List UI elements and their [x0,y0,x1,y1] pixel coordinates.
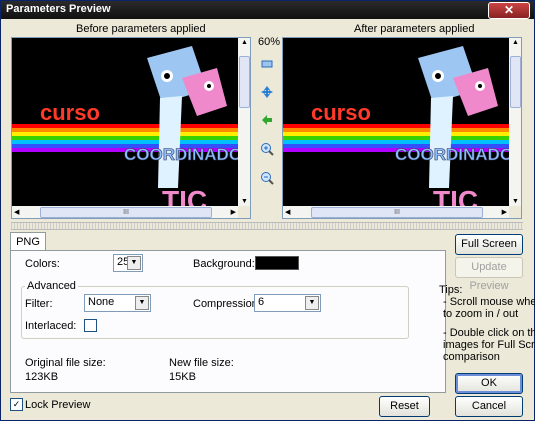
scroll-down-icon[interactable]: ▼ [241,198,248,205]
after-image[interactable]: curso COORDINADORES TIC [283,38,509,206]
zoom-in-icon[interactable] [260,142,274,156]
image-banner: COORDINADORES [124,145,238,164]
before-image[interactable]: curso COORDINADORES TIC [12,38,238,206]
tips-title: Tips: [439,284,463,296]
image-word: curso [311,100,371,125]
scroll-right-icon[interactable]: ▶ [231,208,236,216]
advanced-label: Advanced [25,280,78,292]
image-bottom-text: TIC [433,185,478,206]
cancel-button[interactable]: Cancel [455,396,523,417]
close-button[interactable]: ✕ [488,2,530,19]
reset-button[interactable]: Reset [379,396,430,417]
scroll-left-icon[interactable]: ◀ [14,208,19,216]
tab-png[interactable]: PNG [10,232,46,251]
after-image-graphic: curso COORDINADORES TIC [283,46,509,206]
ok-button[interactable]: OK [455,373,523,394]
scroll-down-icon[interactable]: ▼ [512,198,519,205]
filter-select[interactable]: None ▼ [84,294,151,312]
background-label: Background: [193,258,255,270]
chevron-down-icon[interactable]: ▼ [127,256,141,270]
scroll-corner [509,206,521,218]
scroll-left-icon[interactable]: ◀ [285,208,290,216]
update-preview-button[interactable]: Update Preview [455,257,523,292]
full-screen-button[interactable]: Full Screen [455,234,523,255]
new-size-value: 15KB [169,371,196,383]
after-vertical-scrollbar[interactable]: ▲ ▼ [509,38,521,206]
scroll-right-icon[interactable]: ▶ [502,208,507,216]
background-color-swatch[interactable] [255,256,299,270]
tips-line-5: comparison [443,351,500,363]
window-title: Parameters Preview [6,3,111,15]
arrow-left-icon[interactable] [260,113,274,127]
zoom-out-icon[interactable] [260,171,274,185]
original-size-value: 123KB [25,371,59,383]
chevron-down-icon[interactable]: ▼ [305,296,319,310]
new-size-label: New file size: [169,357,234,369]
tips-line-2: to zoom in / out [443,308,519,320]
chevron-down-icon[interactable]: ▼ [135,296,149,310]
advanced-groupbox [21,286,409,339]
tips-line-3: - Double click on the [443,327,535,339]
compression-label: Compression: [193,298,261,310]
scroll-up-icon[interactable]: ▲ [241,39,248,46]
colors-select[interactable]: 256 ▼ [113,254,143,272]
original-size-label: Original file size: [25,357,106,369]
scroll-corner [238,206,250,218]
fit-window-icon[interactable] [260,57,274,71]
image-word: curso [40,100,100,125]
interlaced-label: Interlaced: [25,320,77,332]
preview-splitter[interactable] [11,222,523,230]
scroll-up-icon[interactable]: ▲ [512,39,519,46]
colors-label: Colors: [25,258,60,270]
after-vertical-thumb[interactable] [510,56,521,108]
title-bar[interactable]: Parameters Preview ✕ [1,1,534,19]
compression-value: 6 [258,296,265,308]
before-label: Before parameters applied [76,23,206,35]
zoom-level: 60% [258,36,281,48]
cartoon-figure [147,46,227,188]
before-preview-pane[interactable]: curso COORDINADORES TIC ▲ ▼ ◀ III ▶ [11,37,251,219]
interlaced-checkbox[interactable] [84,319,97,332]
filter-value: None [88,296,115,308]
move-icon[interactable] [260,85,274,99]
after-horizontal-thumb[interactable]: III [311,207,483,218]
after-horizontal-scrollbar[interactable]: ◀ III ▶ [283,206,509,218]
before-image-graphic: curso COORDINADORES TIC [12,46,238,206]
lock-preview-label: Lock Preview [25,399,91,411]
cartoon-figure [418,46,498,188]
image-bottom-text: TIC [162,185,207,206]
tips-line-4: images for Full Screen [443,339,535,351]
after-label: After parameters applied [354,23,475,35]
image-banner: COORDINADORES [395,145,509,164]
before-horizontal-scrollbar[interactable]: ◀ III ▶ [12,206,238,218]
tips-line-1: - Scroll mouse wheel [443,296,535,308]
before-vertical-scrollbar[interactable]: ▲ ▼ [238,38,250,206]
lock-preview-checkbox[interactable]: ✓ [10,398,23,411]
parameters-preview-window: Parameters Preview ✕ Before parameters a… [0,0,535,421]
after-preview-pane[interactable]: curso COORDINADORES TIC ▲ ▼ ◀ III ▶ [282,37,522,219]
before-vertical-thumb[interactable] [239,56,250,108]
before-horizontal-thumb[interactable]: III [40,207,212,218]
filter-label: Filter: [25,298,53,310]
compression-select[interactable]: 6 ▼ [254,294,321,312]
